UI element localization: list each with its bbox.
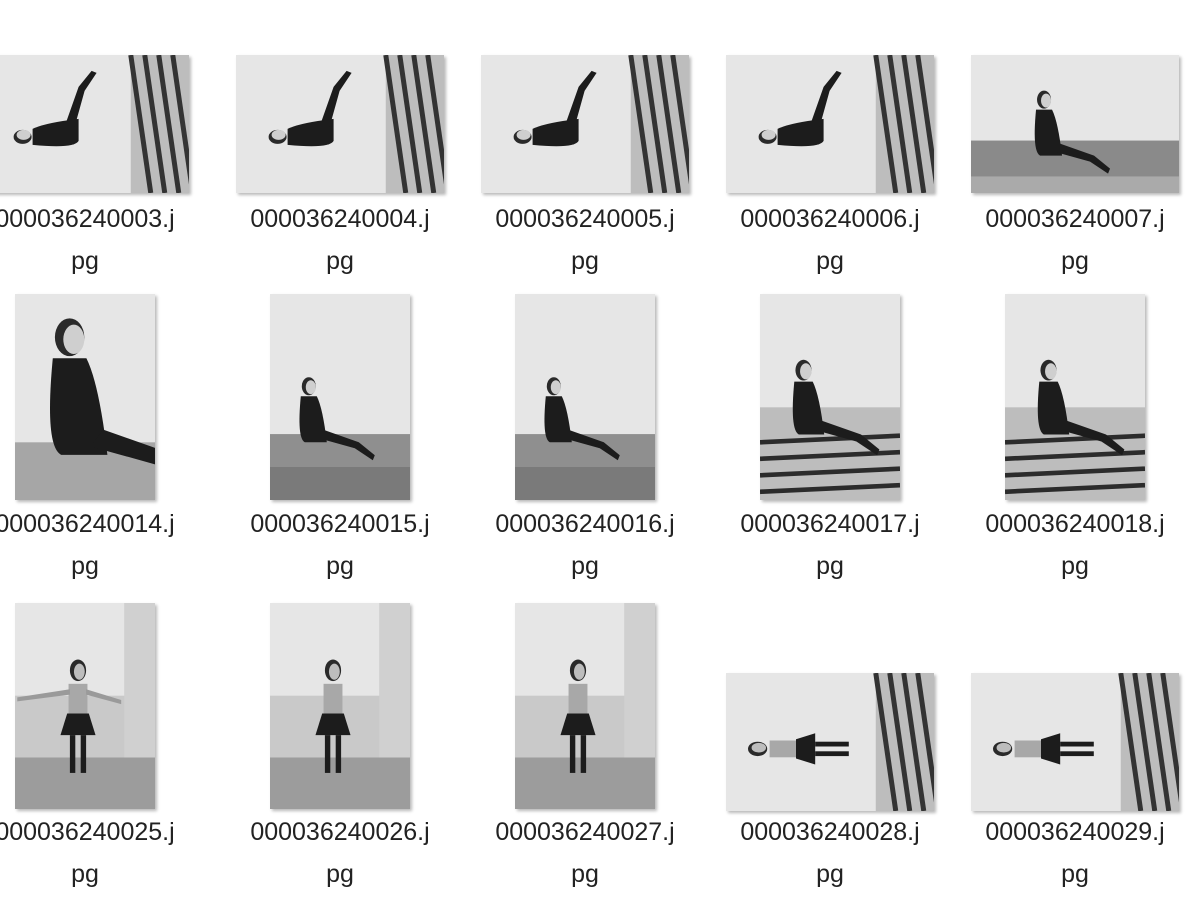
file-thumbnail[interactable] (971, 673, 1179, 811)
file-name-line-1: 000036240017.j (740, 510, 920, 538)
file-name-label: 000036240007.j pg (955, 198, 1195, 282)
photo-image (236, 55, 444, 193)
file-name-line-1: 000036240005.j (495, 205, 675, 233)
photo-image (481, 55, 689, 193)
file-name-line-1: 000036240018.j (985, 510, 1165, 538)
file-name-line-2: pg (326, 860, 354, 888)
file-item[interactable]: 000036240017.j pg (720, 294, 940, 584)
file-name-line-2: pg (71, 552, 99, 580)
file-thumbnail[interactable] (481, 55, 689, 193)
file-thumbnail[interactable] (515, 603, 655, 809)
file-item[interactable]: 000036240027.j pg (475, 603, 695, 893)
file-thumbnail[interactable] (515, 294, 655, 500)
file-name-line-1: 000036240025.j (0, 818, 175, 846)
file-name-line-2: pg (816, 860, 844, 888)
file-name-line-1: 000036240006.j (740, 205, 920, 233)
file-name-label: 000036240005.j pg (465, 198, 705, 282)
file-item[interactable]: 000036240018.j pg (965, 294, 1185, 584)
file-name-label: 000036240026.j pg (220, 811, 460, 895)
file-name-line-2: pg (1061, 247, 1089, 275)
photo-image (270, 603, 410, 809)
file-name-label: 000036240014.j pg (0, 503, 205, 587)
file-thumbnail[interactable] (236, 55, 444, 193)
file-thumbnail[interactable] (726, 673, 934, 811)
file-thumbnail[interactable] (270, 603, 410, 809)
file-name-line-1: 000036240029.j (985, 818, 1165, 846)
file-name-label: 000036240004.j pg (220, 198, 460, 282)
file-thumbnail[interactable] (1005, 294, 1145, 500)
file-name-line-1: 000036240027.j (495, 818, 675, 846)
file-name-label: 000036240027.j pg (465, 811, 705, 895)
photo-image (15, 294, 155, 500)
file-name-label: 000036240017.j pg (710, 503, 950, 587)
file-name-line-1: 000036240028.j (740, 818, 920, 846)
file-name-label: 000036240028.j pg (710, 811, 950, 895)
file-item[interactable]: 000036240015.j pg (230, 294, 450, 584)
photo-image (515, 294, 655, 500)
file-name-line-1: 000036240003.j (0, 205, 175, 233)
file-name-label: 000036240029.j pg (955, 811, 1195, 895)
file-thumbnail[interactable] (0, 55, 189, 193)
photo-image (726, 55, 934, 193)
file-name-line-2: pg (1061, 552, 1089, 580)
file-name-line-2: pg (71, 247, 99, 275)
file-name-line-2: pg (326, 552, 354, 580)
file-name-label: 000036240015.j pg (220, 503, 460, 587)
file-name-line-2: pg (1061, 860, 1089, 888)
file-thumbnail[interactable] (15, 603, 155, 809)
file-name-line-2: pg (71, 860, 99, 888)
photo-image (515, 603, 655, 809)
file-item[interactable]: 000036240026.j pg (230, 603, 450, 893)
file-name-label: 000036240006.j pg (710, 198, 950, 282)
photo-image (726, 673, 934, 811)
photo-image (15, 603, 155, 809)
photo-image (760, 294, 900, 500)
file-name-line-1: 000036240004.j (250, 205, 430, 233)
file-thumbnail[interactable] (15, 294, 155, 500)
photo-image (971, 55, 1179, 193)
file-name-line-2: pg (326, 247, 354, 275)
file-thumbnail[interactable] (971, 55, 1179, 193)
file-name-label: 000036240016.j pg (465, 503, 705, 587)
file-item[interactable]: 000036240025.j pg (0, 603, 195, 893)
file-name-line-2: pg (571, 247, 599, 275)
file-item[interactable]: 000036240016.j pg (475, 294, 695, 584)
file-name-line-2: pg (571, 860, 599, 888)
file-name-label: 000036240018.j pg (955, 503, 1195, 587)
file-name-line-1: 000036240015.j (250, 510, 430, 538)
file-name-label: 000036240003.j pg (0, 198, 205, 282)
file-name-line-1: 000036240016.j (495, 510, 675, 538)
file-item[interactable]: 000036240029.j pg (965, 603, 1185, 893)
photo-image (0, 55, 189, 193)
file-thumbnail[interactable] (270, 294, 410, 500)
file-item[interactable]: 000036240014.j pg (0, 294, 195, 584)
file-name-line-1: 000036240014.j (0, 510, 175, 538)
photo-image (270, 294, 410, 500)
file-name-line-1: 000036240007.j (985, 205, 1165, 233)
file-name-line-2: pg (816, 552, 844, 580)
photo-image (1005, 294, 1145, 500)
file-name-line-1: 000036240026.j (250, 818, 430, 846)
file-name-line-2: pg (571, 552, 599, 580)
file-thumbnail[interactable] (726, 55, 934, 193)
file-name-line-2: pg (816, 247, 844, 275)
file-thumbnail[interactable] (760, 294, 900, 500)
file-grid: 000036240003.j pg 000036240004.j pg 00003624… (0, 0, 1200, 900)
file-item[interactable]: 000036240028.j pg (720, 603, 940, 893)
photo-image (971, 673, 1179, 811)
file-name-label: 000036240025.j pg (0, 811, 205, 895)
